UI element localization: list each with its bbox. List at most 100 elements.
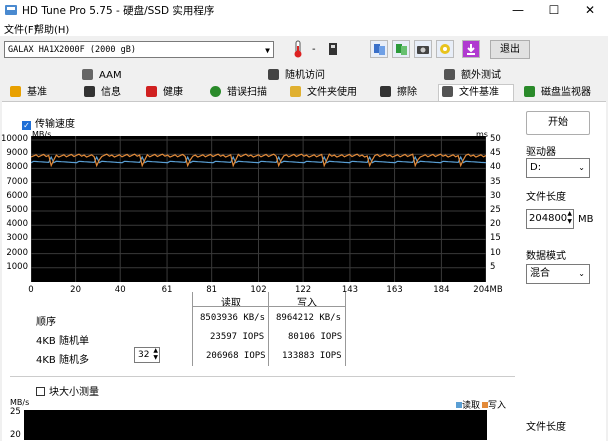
x-tick-label: 81 <box>206 285 218 295</box>
tab-benchmark[interactable]: 基准 <box>10 85 47 101</box>
x-tick-label: 40 <box>114 285 126 295</box>
tab-aam[interactable]: AAM <box>82 68 122 84</box>
tab-error-scan[interactable]: 错误扫描 <box>210 85 267 101</box>
row-4k-single-write: 80106 IOPS <box>288 332 343 342</box>
divider <box>192 306 345 307</box>
stepper-arrows-icon: ▲ ▼ <box>567 210 572 225</box>
tab-extra-tests[interactable]: 额外测试 <box>444 68 501 84</box>
monitor-icon <box>524 86 535 97</box>
folder-icon <box>290 86 301 97</box>
app-icon <box>4 3 18 17</box>
disk-temp-icon <box>328 42 338 59</box>
tab-label: 文件基准 <box>459 87 499 98</box>
transfer-speed-label: 传输速度 <box>35 119 75 130</box>
tab-label: 文件夹使用 <box>307 87 357 98</box>
drive-select-value: GALAX HA1X2000F (2000 gB) <box>8 45 136 55</box>
file-icon <box>442 86 453 97</box>
tab-erase[interactable]: 擦除 <box>380 85 417 101</box>
title-bar: HD Tune Pro 5.75 - 硬盘/SSD 实用程序 — ☐ ✕ <box>0 0 608 20</box>
tab-random-access[interactable]: 随机访问 <box>268 68 325 84</box>
y2-tick-label: 40 <box>490 162 501 173</box>
transfer-speed-checkbox[interactable]: ✓ 传输速度 <box>22 115 75 130</box>
options-icon[interactable] <box>436 40 454 58</box>
legend-write-label: 写入 <box>488 401 507 411</box>
y2-tick-label: 45 <box>490 148 501 159</box>
queue-depth-value: 32 <box>138 350 150 360</box>
row-sequential-read: 8503936 KB/s <box>200 313 266 323</box>
row-4k-single-label: 4KB 随机单 <box>36 336 89 347</box>
queue-depth-stepper[interactable]: 32 ▲ ▼ <box>134 347 160 363</box>
copy-text-icon[interactable] <box>370 40 388 58</box>
x-tick-label: 102 <box>250 285 267 295</box>
drive-dropdown[interactable]: D: ⌄ <box>526 158 590 178</box>
row-4k-multi-label: 4KB 随机多 <box>36 355 89 366</box>
tab-health[interactable]: 健康 <box>146 85 183 101</box>
x-tick-label: 61 <box>161 285 173 295</box>
y-tick-label: 2000 <box>6 247 28 258</box>
y-tick-label: 10000 <box>0 134 28 144</box>
tab-file-benchmark[interactable]: 文件基准 <box>442 85 499 101</box>
health-cross-icon <box>146 86 157 97</box>
y-tick-label: 6000 <box>6 190 28 201</box>
y-tick-label: 8000 <box>6 162 28 173</box>
x-tick-label: 143 <box>341 285 359 295</box>
y2-tick-label: 35 <box>490 176 501 187</box>
menu-bar: 文件(F) 帮助(H) <box>0 20 608 36</box>
magnifier-icon <box>210 86 221 97</box>
speaker-icon <box>82 69 93 80</box>
exit-button[interactable]: 退出 <box>490 40 530 59</box>
minimize-button[interactable]: — <box>500 0 536 20</box>
transfer-chart <box>31 136 486 282</box>
tab-label: 磁盘监视器 <box>541 87 591 98</box>
grid-icon <box>268 69 279 80</box>
data-pattern-value: 混合 <box>530 268 550 279</box>
file-length-label: 文件长度 <box>526 192 566 203</box>
menu-help[interactable]: 帮助(H) <box>34 21 69 36</box>
temperature-value: - <box>312 44 316 55</box>
row-4k-multi-read: 206968 IOPS <box>206 351 266 361</box>
tab-label: 擦除 <box>397 87 417 98</box>
tab-disk-monitor[interactable]: 磁盘监视器 <box>524 85 591 101</box>
screenshot-icon[interactable] <box>414 40 432 58</box>
drive-label: 驱动器 <box>526 147 556 158</box>
trash-icon <box>380 86 391 97</box>
y-tick-label: 5000 <box>6 205 28 215</box>
block-size-checkbox[interactable]: 块大小测量 <box>36 383 99 398</box>
file-length-stepper[interactable]: 204800 ▲ ▼ <box>526 209 574 229</box>
y2-tick-label: 30 <box>490 190 501 201</box>
y2-tick-label: 50 <box>490 134 501 144</box>
file-length-unit: MB <box>578 214 594 225</box>
copy-all-icon[interactable] <box>392 40 410 58</box>
legend-write: 写入 <box>482 398 506 411</box>
save-icon[interactable] <box>462 40 480 58</box>
tab-label: AAM <box>99 70 122 81</box>
y-tick-label: 7000 <box>6 176 28 187</box>
benchmark-icon <box>10 86 21 97</box>
start-button[interactable]: 开始 <box>526 111 590 135</box>
close-button[interactable]: ✕ <box>572 0 608 20</box>
block-size-chart <box>24 410 487 440</box>
window-title: HD Tune Pro 5.75 - 硬盘/SSD 实用程序 <box>22 5 215 17</box>
legend-read: 读取 <box>456 398 480 411</box>
x-tick-label: 163 <box>386 285 403 295</box>
row-4k-single-read: 23597 IOPS <box>210 332 265 342</box>
drive-select[interactable]: GALAX HA1X2000F (2000 gB) ▼ <box>4 41 274 58</box>
tab-folder-usage[interactable]: 文件夹使用 <box>290 85 357 101</box>
grid-icon <box>444 69 455 80</box>
checkbox-box <box>36 387 45 396</box>
divider <box>268 292 269 366</box>
maximize-button[interactable]: ☐ <box>536 0 572 20</box>
menu-file[interactable]: 文件(F) <box>4 21 38 36</box>
block-size-label: 块大小测量 <box>49 387 99 398</box>
chevron-down-icon: ▼ <box>265 46 270 55</box>
check-icon: ✓ <box>22 121 31 130</box>
tab-info[interactable]: 信息 <box>84 85 121 101</box>
x-tick-label: 184 <box>433 285 450 295</box>
chevron-down-icon: ⌄ <box>578 269 585 278</box>
data-pattern-dropdown[interactable]: 混合 ⌄ <box>526 264 590 284</box>
chevron-down-icon: ⌄ <box>578 163 585 172</box>
legend-read-label: 读取 <box>462 401 481 411</box>
info-icon <box>84 86 95 97</box>
drive-dropdown-value: D: <box>530 162 542 173</box>
section-divider <box>10 376 515 377</box>
